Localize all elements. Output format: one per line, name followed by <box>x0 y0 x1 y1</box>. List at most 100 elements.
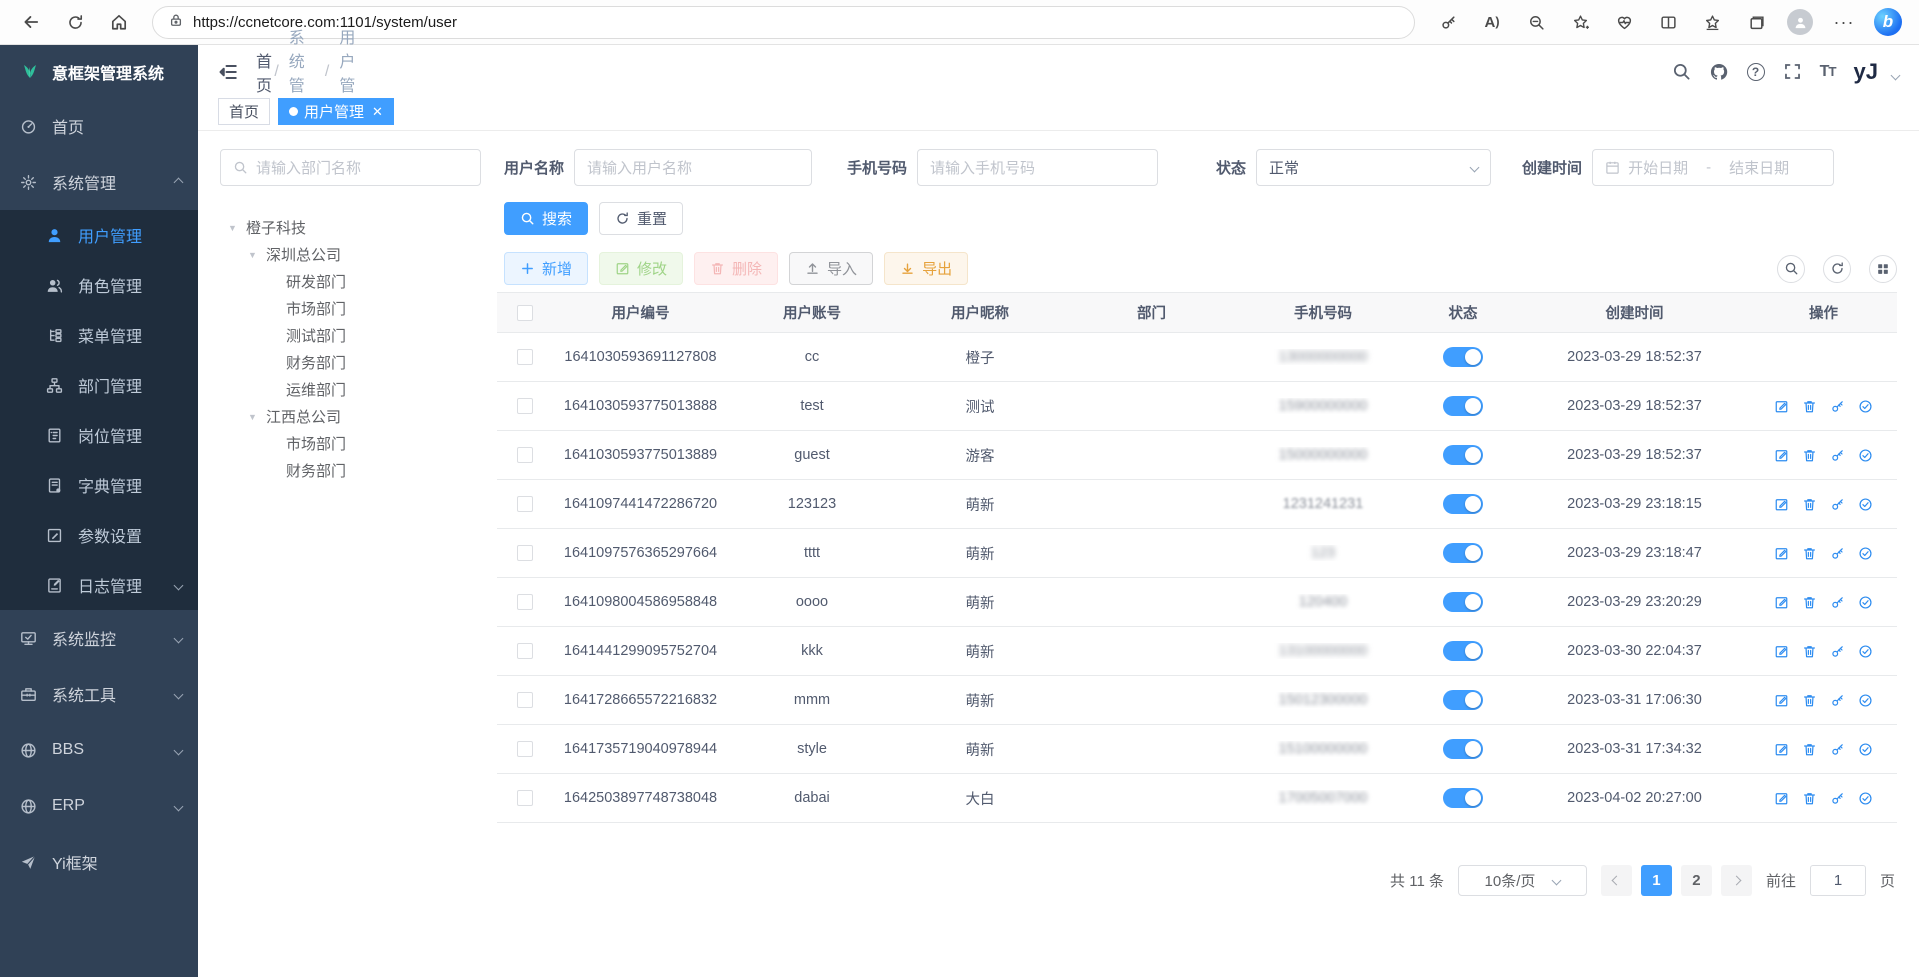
导出-button[interactable]: 导出 <box>884 252 968 285</box>
delete-user-icon[interactable] <box>1802 399 1817 414</box>
delete-user-icon[interactable] <box>1802 497 1817 512</box>
delete-user-icon[interactable] <box>1802 742 1817 757</box>
sidebar-item-首页[interactable]: 首页 <box>0 98 198 154</box>
sidebar-item-BBS[interactable]: BBS <box>0 722 198 778</box>
browser-back-icon[interactable] <box>14 5 48 39</box>
delete-user-icon[interactable] <box>1802 595 1817 610</box>
sidebar-item-系统工具[interactable]: 系统工具 <box>0 666 198 722</box>
edit-user-icon[interactable] <box>1774 497 1789 512</box>
breadcrumb-home[interactable]: 首页 <box>256 48 264 96</box>
profile-avatar[interactable] <box>1783 5 1817 39</box>
tree-node-财务部门[interactable]: 财务部门 <box>220 457 481 484</box>
user-logo[interactable]: yJ <box>1854 59 1882 85</box>
sidebar-item-ERP[interactable]: ERP <box>0 778 198 834</box>
sidebar-subitem-用户管理[interactable]: 用户管理 <box>0 210 198 260</box>
导入-button[interactable]: 导入 <box>789 252 873 285</box>
table-search-toggle-icon[interactable] <box>1777 255 1805 283</box>
delete-user-icon[interactable] <box>1802 546 1817 561</box>
sidebar-subitem-菜单管理[interactable]: 菜单管理 <box>0 310 198 360</box>
tab-user-management[interactable]: 用户管理 ✕ <box>278 98 394 125</box>
table-columns-icon[interactable] <box>1869 255 1897 283</box>
jump-page-input[interactable]: 1 <box>1810 865 1866 896</box>
help-icon[interactable]: ? <box>1747 63 1765 81</box>
read-aloud-icon[interactable]: A) <box>1475 5 1509 39</box>
search-button[interactable]: 搜索 <box>504 202 588 235</box>
copilot-icon[interactable]: b <box>1871 5 1905 39</box>
collapse-sidebar-icon[interactable] <box>218 62 238 82</box>
header-search-icon[interactable] <box>1672 62 1691 81</box>
edit-user-icon[interactable] <box>1774 742 1789 757</box>
status-toggle[interactable] <box>1443 592 1483 612</box>
favorites-icon[interactable] <box>1695 5 1729 39</box>
sidebar-subitem-角色管理[interactable]: 角色管理 <box>0 260 198 310</box>
date-range-picker[interactable]: 开始日期 - 结束日期 <box>1592 149 1834 186</box>
status-toggle[interactable] <box>1443 347 1483 367</box>
assign-role-icon[interactable] <box>1858 497 1873 512</box>
sidebar-item-Yi框架[interactable]: Yi框架 <box>0 834 198 890</box>
browser-home-icon[interactable] <box>102 5 136 39</box>
sidebar-subitem-日志管理[interactable]: 日志管理 <box>0 560 198 610</box>
assign-role-icon[interactable] <box>1858 595 1873 610</box>
fullscreen-icon[interactable] <box>1783 62 1802 81</box>
edit-user-icon[interactable] <box>1774 595 1789 610</box>
status-toggle[interactable] <box>1443 739 1483 759</box>
reset-password-icon[interactable] <box>1830 399 1845 414</box>
assign-role-icon[interactable] <box>1858 448 1873 463</box>
delete-user-icon[interactable] <box>1802 693 1817 708</box>
reset-password-icon[interactable] <box>1830 546 1845 561</box>
delete-user-icon[interactable] <box>1802 448 1817 463</box>
password-key-icon[interactable] <box>1431 5 1465 39</box>
tree-expand-icon[interactable]: ▼ <box>228 223 238 233</box>
tree-node-市场部门[interactable]: 市场部门 <box>220 430 481 457</box>
status-toggle[interactable] <box>1443 396 1483 416</box>
reset-password-icon[interactable] <box>1830 693 1845 708</box>
row-checkbox[interactable] <box>517 447 533 463</box>
browser-refresh-icon[interactable] <box>58 5 92 39</box>
dept-search-input[interactable]: 请输入部门名称 <box>220 149 481 186</box>
sidebar-subitem-部门管理[interactable]: 部门管理 <box>0 360 198 410</box>
prev-page-button[interactable] <box>1601 865 1632 896</box>
row-checkbox[interactable] <box>517 545 533 561</box>
assign-role-icon[interactable] <box>1858 399 1873 414</box>
reset-password-icon[interactable] <box>1830 595 1845 610</box>
sidebar-subitem-参数设置[interactable]: 参数设置 <box>0 510 198 560</box>
row-checkbox[interactable] <box>517 398 533 414</box>
row-checkbox[interactable] <box>517 594 533 610</box>
edit-user-icon[interactable] <box>1774 644 1789 659</box>
reset-password-icon[interactable] <box>1830 644 1845 659</box>
next-page-button[interactable] <box>1721 865 1752 896</box>
more-menu-icon[interactable]: ··· <box>1827 5 1861 39</box>
assign-role-icon[interactable] <box>1858 693 1873 708</box>
新增-button[interactable]: 新增 <box>504 252 588 285</box>
edit-user-icon[interactable] <box>1774 546 1789 561</box>
tree-node-市场部门[interactable]: 市场部门 <box>220 295 481 322</box>
row-checkbox[interactable] <box>517 692 533 708</box>
delete-user-icon[interactable] <box>1802 791 1817 806</box>
tree-node-橙子科技[interactable]: ▼橙子科技 <box>220 214 481 241</box>
tree-node-深圳总公司[interactable]: ▼深圳总公司 <box>220 241 481 268</box>
split-screen-icon[interactable] <box>1651 5 1685 39</box>
row-checkbox[interactable] <box>517 643 533 659</box>
edit-user-icon[interactable] <box>1774 693 1789 708</box>
github-icon[interactable] <box>1709 62 1729 82</box>
reset-password-icon[interactable] <box>1830 742 1845 757</box>
sidebar-subitem-字典管理[interactable]: 字典管理 <box>0 460 198 510</box>
status-toggle[interactable] <box>1443 445 1483 465</box>
user-menu-caret-icon[interactable] <box>1891 71 1901 81</box>
reset-password-icon[interactable] <box>1830 448 1845 463</box>
status-toggle[interactable] <box>1443 788 1483 808</box>
tree-expand-icon[interactable]: ▼ <box>248 250 258 260</box>
assign-role-icon[interactable] <box>1858 644 1873 659</box>
tree-node-研发部门[interactable]: 研发部门 <box>220 268 481 295</box>
browser-essentials-icon[interactable] <box>1607 5 1641 39</box>
add-favorite-icon[interactable] <box>1563 5 1597 39</box>
edit-user-icon[interactable] <box>1774 448 1789 463</box>
sidebar-item-系统管理[interactable]: 系统管理 <box>0 154 198 210</box>
phone-input[interactable]: 请输入手机号码 <box>917 149 1158 186</box>
row-checkbox[interactable] <box>517 349 533 365</box>
edit-user-icon[interactable] <box>1774 399 1789 414</box>
status-toggle[interactable] <box>1443 690 1483 710</box>
zoom-out-icon[interactable] <box>1519 5 1553 39</box>
table-refresh-icon[interactable] <box>1823 255 1851 283</box>
tab-home[interactable]: 首页 <box>218 98 270 125</box>
